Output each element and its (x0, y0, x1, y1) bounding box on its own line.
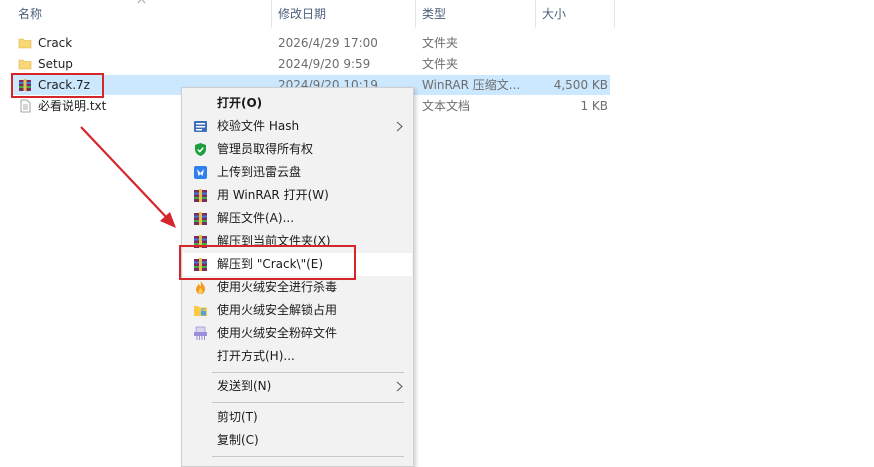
menu-item-label: 打开方式(H)... (217, 349, 295, 363)
menu-item-open-with[interactable]: 打开方式(H)... (183, 345, 412, 368)
menu-item-take-ownership[interactable]: 管理员取得所有权 (183, 138, 412, 161)
file-name: Crack (38, 36, 73, 50)
menu-item-label: 解压到 "Crack\"(E) (217, 257, 324, 271)
menu-separator (212, 402, 404, 403)
file-size (542, 33, 608, 53)
menu-item-send-to[interactable]: 发送到(N) (183, 375, 412, 398)
column-size[interactable]: 大小 (542, 0, 566, 28)
column-type[interactable]: 类型 (422, 0, 446, 28)
menu-item-huorong-shred[interactable]: 使用火绒安全粉碎文件 (183, 322, 412, 345)
menu-item-copy[interactable]: 复制(C) (183, 429, 412, 452)
column-name[interactable]: 名称 (18, 0, 42, 28)
column-divider[interactable] (535, 0, 536, 28)
file-type: 文件夹 (422, 36, 459, 50)
winrar-icon (194, 258, 207, 271)
column-divider[interactable] (415, 0, 416, 28)
file-modified: 2024/9/20 9:59 (278, 57, 371, 71)
file-name: 必看说明.txt (38, 99, 107, 113)
menu-item-extract-to-crack[interactable]: 解压到 "Crack\"(E) (183, 253, 412, 276)
folder-unlock-icon (194, 306, 207, 316)
menu-item-label: 用 WinRAR 打开(W) (217, 188, 329, 202)
menu-item-label: 使用火绒安全进行杀毒 (217, 280, 338, 294)
menu-item-label: 使用火绒安全粉碎文件 (217, 326, 338, 340)
menu-item-label: 打开(O) (217, 96, 263, 110)
context-menu: 打开(O) 校验文件 Hash 管理员取得所有权 上传到迅雷云盘 用 WinRA… (181, 87, 414, 467)
menu-item-huorong-scan[interactable]: 使用火绒安全进行杀毒 (183, 276, 412, 299)
menu-item-label: 复制(C) (217, 433, 259, 447)
chevron-right-icon (396, 381, 403, 392)
sort-ascending-icon[interactable] (137, 0, 146, 5)
file-size (542, 54, 608, 74)
folder-icon (18, 59, 32, 70)
menu-item-label: 管理员取得所有权 (217, 142, 314, 156)
menu-item-upload-thunder[interactable]: 上传到迅雷云盘 (183, 161, 412, 184)
text-file-icon (20, 99, 31, 113)
winrar-archive-icon (19, 79, 31, 91)
menu-item-label: 发送到(N) (217, 379, 272, 393)
file-name: Crack.7z (38, 78, 90, 92)
file-type: 文件夹 (422, 57, 459, 71)
menu-item-label: 校验文件 Hash (217, 119, 300, 133)
menu-separator (212, 372, 404, 373)
file-name: Setup (38, 57, 73, 71)
menu-item-label: 使用火绒安全解锁占用 (217, 303, 338, 317)
menu-item-label: 解压到当前文件夹(X) (217, 234, 331, 248)
file-row-setup-folder[interactable]: Setup 2024/9/20 9:59 文件夹 (12, 54, 610, 74)
menu-item-cut[interactable]: 剪切(T) (183, 406, 412, 429)
file-modified: 2026/4/29 17:00 (278, 36, 378, 50)
menu-item-extract-files[interactable]: 解压文件(A)... (183, 207, 412, 230)
menu-item-label: 剪切(T) (217, 410, 258, 424)
column-modified[interactable]: 修改日期 (278, 0, 326, 28)
menu-item-label: 解压文件(A)... (217, 211, 295, 225)
winrar-icon (194, 212, 207, 225)
column-divider[interactable] (614, 0, 615, 28)
menu-separator (212, 456, 404, 457)
huorong-flame-icon (196, 281, 205, 294)
shield-icon (195, 143, 206, 156)
file-size: 4,500 KB (553, 78, 608, 92)
shredder-icon (194, 326, 207, 340)
folder-icon (18, 38, 32, 49)
menu-item-open[interactable]: 打开(O) (183, 92, 412, 115)
column-header: 名称 修改日期 类型 大小 (0, 0, 615, 28)
winrar-icon (194, 189, 207, 202)
winrar-icon (194, 235, 207, 248)
menu-item-huorong-unlock[interactable]: 使用火绒安全解锁占用 (183, 299, 412, 322)
menu-item-verify-hash[interactable]: 校验文件 Hash (183, 115, 412, 138)
menu-item-open-with-winrar[interactable]: 用 WinRAR 打开(W) (183, 184, 412, 207)
file-type: WinRAR 压缩文... (422, 78, 521, 92)
file-row-crack-folder[interactable]: Crack 2026/4/29 17:00 文件夹 (12, 33, 610, 53)
menu-item-extract-here[interactable]: 解压到当前文件夹(X) (183, 230, 412, 253)
file-type: 文本文档 (422, 99, 471, 113)
menu-item-label: 上传到迅雷云盘 (217, 165, 302, 179)
file-size: 1 KB (580, 99, 608, 113)
column-divider[interactable] (271, 0, 272, 28)
thunder-cloud-icon (194, 166, 207, 179)
hash-icon (194, 121, 207, 132)
chevron-right-icon (396, 121, 403, 132)
